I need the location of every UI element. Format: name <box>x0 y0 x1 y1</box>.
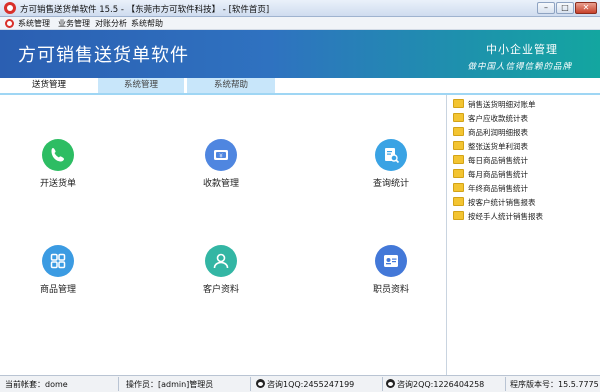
feature-label: 客户资料 <box>202 285 239 295</box>
menu-bar: 系统管理 业务管理 对账分析 系统帮助 <box>0 17 600 30</box>
qq-icon <box>386 379 395 388</box>
minimize-button[interactable]: – <box>537 2 555 14</box>
qq-icon <box>256 379 265 388</box>
banknote-icon: ¥ <box>205 139 237 171</box>
grid-icon <box>42 245 74 277</box>
status-bar: 当前帐套：dome 操作员：[admin]管理员 咨询1QQ:245524719… <box>0 375 600 392</box>
folder-icon <box>453 183 464 192</box>
report-item[interactable]: 商品利润明细报表 <box>453 127 528 139</box>
folder-icon <box>453 169 464 178</box>
report-item[interactable]: 每日商品销售统计 <box>453 155 528 167</box>
window-titlebar: 方可销售送货单软件 15.5 - 【东莞市方可软件科技】 - [软件首页] – … <box>0 0 600 17</box>
feature-label: 查询统计 <box>372 179 409 189</box>
report-item[interactable]: 每月商品销售统计 <box>453 169 528 181</box>
folder-icon <box>453 127 464 136</box>
tab-system-help[interactable]: 系统帮助 <box>187 78 275 93</box>
report-list-panel: 销售送货明细对账单 客户应收款统计表 商品利润明细报表 整张送货单利润表 每日商… <box>446 95 600 375</box>
phone-icon <box>42 139 74 171</box>
feature-label: 商品管理 <box>39 285 76 295</box>
close-button[interactable]: ✕ <box>575 2 597 14</box>
status-divider <box>505 377 506 391</box>
status-account: 当前帐套：dome <box>5 380 68 389</box>
status-divider <box>382 377 383 391</box>
folder-icon <box>453 211 464 220</box>
feature-label: 职员资料 <box>372 285 409 295</box>
app-logo-icon <box>4 2 16 14</box>
feature-product-manage[interactable]: 商品管理 <box>18 245 98 305</box>
menu-system-manage[interactable]: 系统管理 <box>18 18 50 29</box>
banner-slogan-main: 中小企业管理 <box>486 43 558 56</box>
tab-strip: 送货管理 系统管理 系统帮助 <box>0 78 600 95</box>
app-banner: 方可销售送货单软件 中小企业管理 做中国人信得信赖的品牌 <box>0 30 600 78</box>
app-title: 方可销售送货单软件 <box>18 45 189 66</box>
folder-icon <box>453 99 464 108</box>
menu-reconciliation[interactable]: 对账分析 <box>95 18 127 29</box>
report-item[interactable]: 整张送货单利润表 <box>453 141 528 153</box>
search-document-icon <box>375 139 407 171</box>
menu-system-help[interactable]: 系统帮助 <box>131 18 163 29</box>
folder-icon <box>453 113 464 122</box>
menu-business-manage[interactable]: 业务管理 <box>58 18 90 29</box>
window-title: 方可销售送货单软件 15.5 - 【东莞市方可软件科技】 - [软件首页] <box>20 5 270 15</box>
menu-logo-icon <box>5 19 14 28</box>
feature-staff-info[interactable]: 职员资料 <box>351 245 431 305</box>
report-item[interactable]: 客户应收款统计表 <box>453 113 528 125</box>
report-item[interactable]: 年终商品销售统计 <box>453 183 528 195</box>
folder-icon <box>453 141 464 150</box>
report-item[interactable]: 按客户统计销售报表 <box>453 197 536 209</box>
feature-label: 收款管理 <box>202 179 239 189</box>
status-version: 程序版本号：15.5.7775 <box>510 380 599 389</box>
report-item[interactable]: 按经手人统计销售报表 <box>453 211 543 223</box>
status-divider <box>250 377 251 391</box>
svg-text:¥: ¥ <box>219 153 223 159</box>
tab-system-manage[interactable]: 系统管理 <box>98 78 184 93</box>
id-card-icon <box>375 245 407 277</box>
feature-query-stats[interactable]: 查询统计 <box>351 139 431 199</box>
feature-panel: 开送货单 ¥ 收款管理 查询统计 商品管理 客户资料 职员资料 <box>0 95 445 375</box>
person-icon <box>205 245 237 277</box>
feature-new-delivery[interactable]: 开送货单 <box>18 139 98 199</box>
feature-payment-manage[interactable]: ¥ 收款管理 <box>181 139 261 199</box>
feature-customer-info[interactable]: 客户资料 <box>181 245 261 305</box>
folder-icon <box>453 155 464 164</box>
status-operator: 操作员：[admin]管理员 <box>126 380 214 389</box>
tab-delivery-manage[interactable]: 送货管理 <box>3 78 95 93</box>
status-qq2[interactable]: 咨询2QQ:1226404258 <box>386 379 484 390</box>
maximize-button[interactable]: □ <box>556 2 574 14</box>
status-divider <box>118 377 119 391</box>
report-item[interactable]: 销售送货明细对账单 <box>453 99 536 111</box>
banner-slogan-sub: 做中国人信得信赖的品牌 <box>467 62 572 72</box>
folder-icon <box>453 197 464 206</box>
feature-label: 开送货单 <box>39 179 76 189</box>
status-qq1[interactable]: 咨询1QQ:2455247199 <box>256 379 354 390</box>
